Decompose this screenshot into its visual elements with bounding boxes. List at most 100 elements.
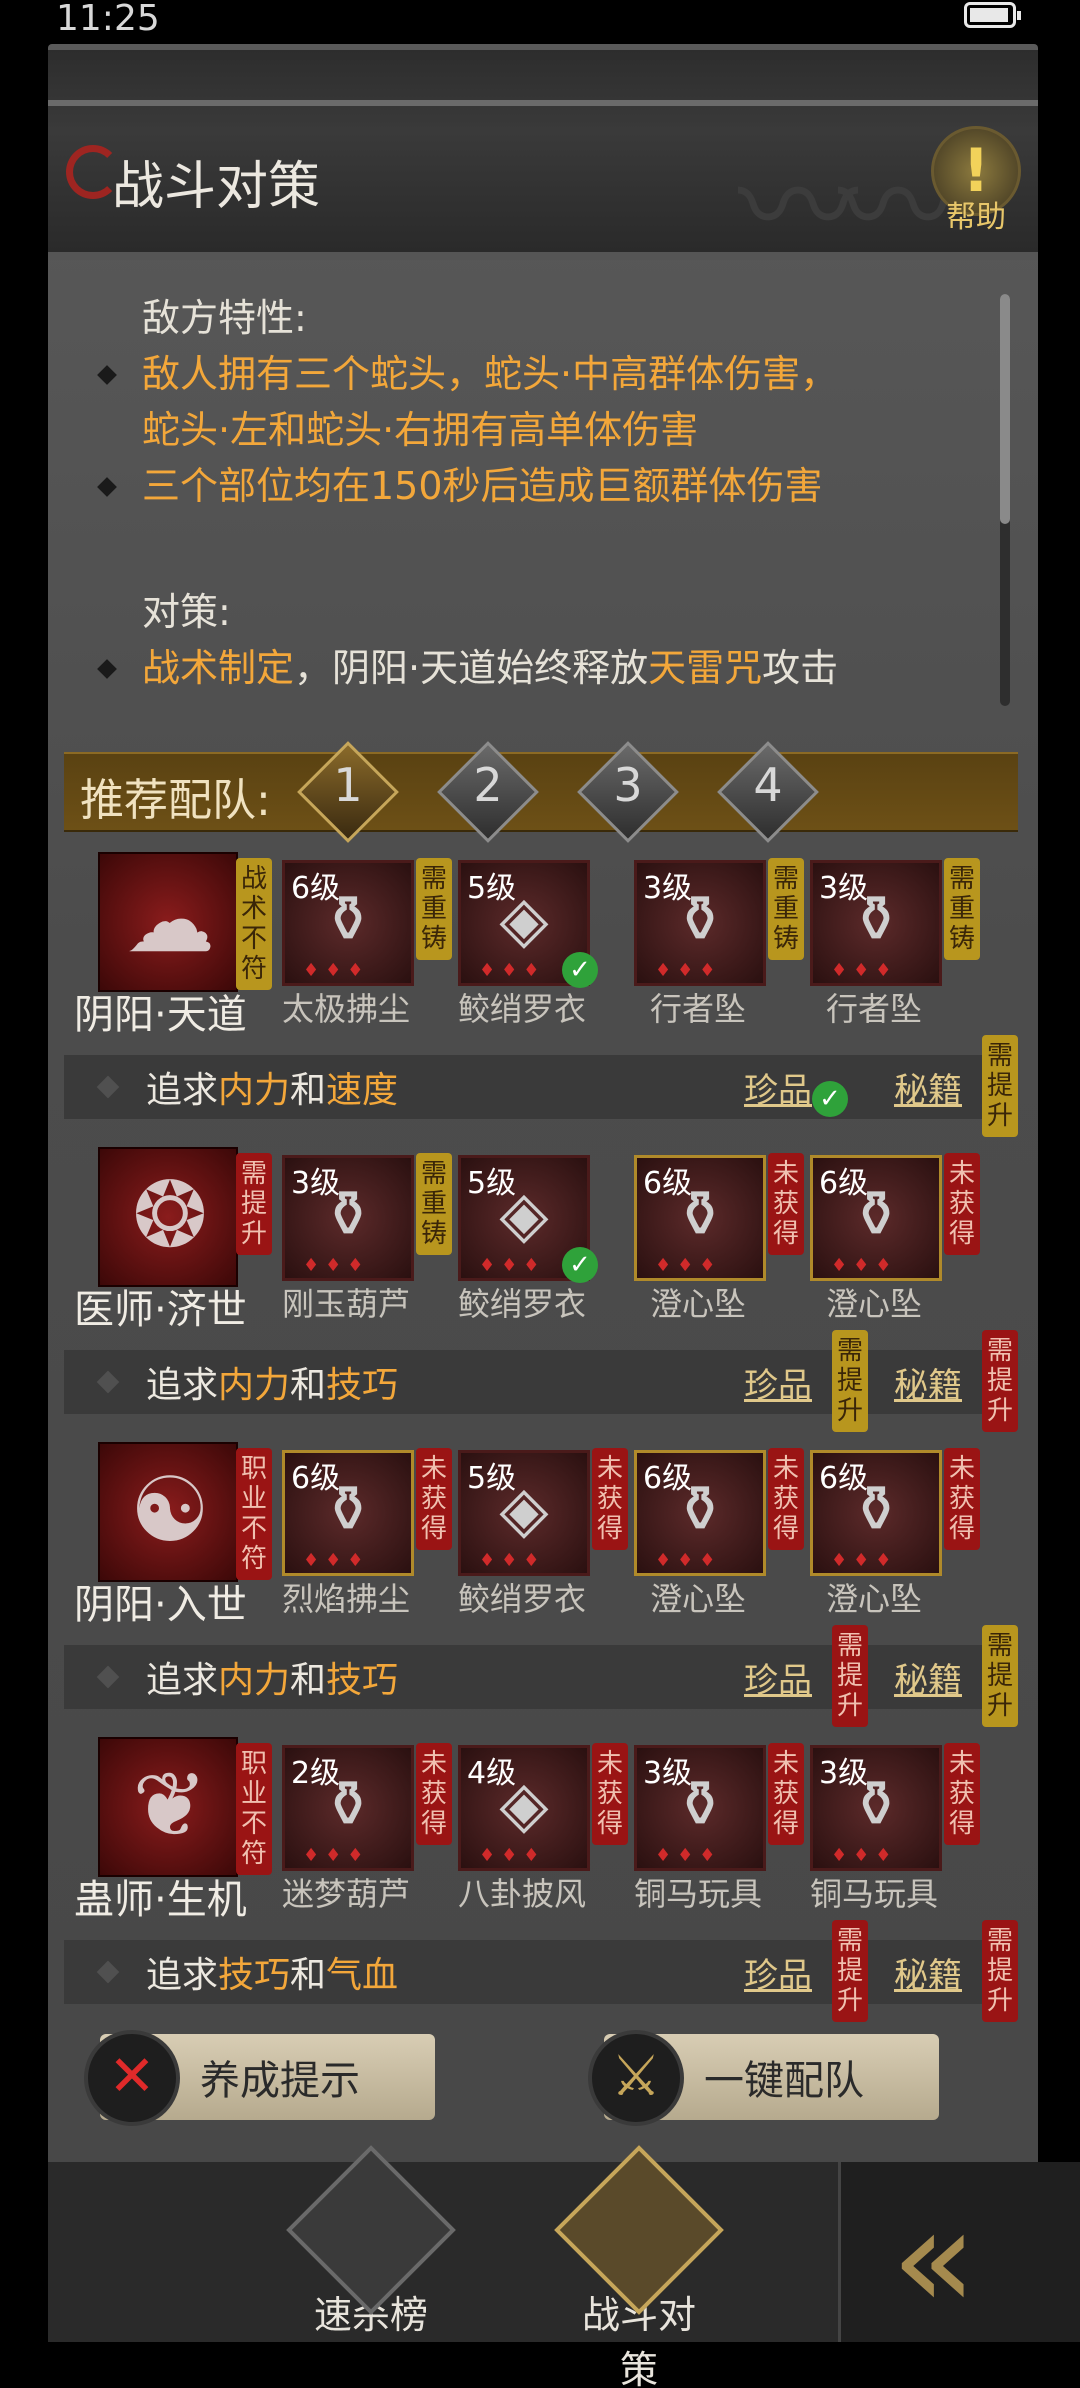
equipment-status-badge: 未获得 <box>768 1743 804 1845</box>
equipment-name: 行者坠 <box>649 990 746 1028</box>
equipment-slot[interactable]: 6级 ⚱ ♦♦♦ <box>282 1450 414 1576</box>
treasure-link[interactable]: 珍品 <box>744 1063 812 1112</box>
equipment-slot[interactable]: 6级 ⚱ ♦♦♦ <box>634 1450 766 1576</box>
pursue-text: 追求内力和技巧 <box>146 1365 399 1406</box>
help-label: 帮助 <box>946 200 1006 235</box>
nav-battle-strategy[interactable]: 战斗对策 <box>554 2145 724 2388</box>
equipment-icon: ⚱ <box>849 1768 903 1842</box>
pursue-text: 追求技巧和气血 <box>146 1955 399 1996</box>
treasure-link[interactable]: 珍品 <box>744 1358 812 1407</box>
equipment-icon: ◈ <box>499 1178 549 1252</box>
equipment-icon: ◈ <box>499 883 549 957</box>
character-portrait[interactable]: ☯ <box>98 1442 238 1582</box>
team-row: ☁ 战术不符 阴阳·天道 6级 ⚱ ♦♦♦ 需重铸 太极拂尘 5级 ◈ ♦♦♦ ✓ 鲛绡罗衣 3级 ⚱ ♦♦♦… <box>64 840 1018 1038</box>
character-name: 阴阳·入世 <box>74 1582 247 1628</box>
equipment-icon: ⚱ <box>849 1473 903 1547</box>
back-button[interactable]: « <box>838 2162 1080 2342</box>
equipment-slot[interactable]: 6级 ⚱ ♦♦♦ <box>810 1155 942 1281</box>
equipment-slot[interactable]: 3级 ⚱ ♦♦♦ <box>634 860 766 986</box>
equipment-icon: ◈ <box>499 1768 549 1842</box>
equipment-slot[interactable]: 6级 ⚱ ♦♦♦ <box>810 1450 942 1576</box>
counter-line: 战术制定，阴阳·天道始终释放天雷咒攻击 <box>142 646 839 690</box>
page-title: 战斗对策 <box>112 157 321 217</box>
rating-dots: ♦♦♦ <box>655 1550 722 1571</box>
pursue-row: 追求内力和技巧 珍品 秘籍 需提升 需提升 <box>64 1625 1018 1727</box>
team-tab-number: 3 <box>613 758 643 812</box>
class-emblem-icon: ☁ <box>125 868 215 973</box>
rating-dots: ♦♦♦ <box>479 1550 546 1571</box>
rating-dots: ♦♦♦ <box>479 960 546 981</box>
enemy-heading: 敌方特性: <box>142 296 307 340</box>
equipment-icon: ⚱ <box>673 883 727 957</box>
equipment-name: 鲛绡罗衣 <box>457 1285 586 1323</box>
character-name: 医师·济世 <box>74 1287 247 1333</box>
treasure-link[interactable]: 珍品 <box>744 1653 812 1702</box>
manual-status-badge: 需提升 <box>982 1625 1018 1727</box>
clock: 11:25 <box>56 0 160 39</box>
rating-dots: ♦♦♦ <box>831 960 898 981</box>
treasure-status-badge: 需提升 <box>832 1920 868 2022</box>
treasure-link[interactable]: 珍品 <box>744 1948 812 1997</box>
enemy-trait-1: 敌人拥有三个蛇头，蛇头·中高群体伤害， <box>142 352 839 396</box>
growth-hint-button[interactable]: ✕ 养成提示 <box>84 2030 435 2126</box>
pursue-row: 追求内力和技巧 珍品 秘籍 需提升 需提升 <box>64 1330 1018 1432</box>
class-emblem-icon: ❂ <box>132 1163 208 1268</box>
equipment-status-badge: 未获得 <box>416 1743 452 1845</box>
help-button[interactable]: ! 帮助 <box>926 126 1026 236</box>
treasure-status-badge: 需提升 <box>832 1330 868 1432</box>
rating-dots: ♦♦♦ <box>655 960 722 981</box>
auto-team-button[interactable]: ⚔ 一键配队 <box>588 2030 939 2126</box>
pursue-row: 追求技巧和气血 珍品 秘籍 需提升 需提升 <box>64 1920 1018 2022</box>
equipment-status-badge: 未获得 <box>768 1448 804 1550</box>
equipment-name: 铜马玩具 <box>809 1875 938 1913</box>
character-portrait[interactable]: ❂ <box>98 1147 238 1287</box>
character-name: 阴阳·天道 <box>74 992 247 1038</box>
equipment-slot[interactable]: 3级 ⚱ ♦♦♦ <box>282 1155 414 1281</box>
nav-speed-kill[interactable]: 速杀榜 <box>286 2145 456 2340</box>
equipment-slot[interactable]: 2级 ⚱ ♦♦♦ <box>282 1745 414 1871</box>
equipment-name: 澄心坠 <box>825 1285 922 1323</box>
manual-link[interactable]: 秘籍 <box>894 1358 962 1407</box>
cloud-ornament-icon: 〰〰 <box>738 139 958 278</box>
check-icon: ✓ <box>562 952 598 988</box>
enemy-trait-1b: 蛇头·左和蛇头·右拥有高单体伤害 <box>142 408 699 452</box>
character-portrait[interactable]: ❦ <box>98 1737 238 1877</box>
equipment-icon: ⚱ <box>849 883 903 957</box>
equipment-icon: ⚱ <box>321 1768 375 1842</box>
team-row: ❦ 职业不符 蛊师·生机 2级 ⚱ ♦♦♦ 未获得 迷梦葫芦 4级 ◈ ♦♦♦ 未获得 八卦披风 3级 ⚱ ♦… <box>64 1725 1018 1923</box>
equipment-slot[interactable]: 3级 ⚱ ♦♦♦ <box>810 1745 942 1871</box>
class-emblem-icon: ❦ <box>132 1753 208 1858</box>
double-chevron-left-icon: « <box>891 2178 977 2341</box>
rating-dots: ♦♦♦ <box>831 1550 898 1571</box>
manual-link[interactable]: 秘籍 <box>894 1063 962 1112</box>
info-scrollbar[interactable] <box>1000 294 1010 706</box>
pursue-row: 追求内力和速度 珍品 秘籍 ✓ 需提升 <box>64 1035 1018 1137</box>
equipment-name: 澄心坠 <box>649 1580 746 1618</box>
check-icon: ✓ <box>812 1081 848 1117</box>
equipment-slot[interactable]: 3级 ⚱ ♦♦♦ <box>810 860 942 986</box>
class-emblem-icon: ☯ <box>129 1458 211 1563</box>
equipment-icon: ◈ <box>499 1473 549 1547</box>
equipment-name: 八卦披风 <box>457 1875 586 1913</box>
equipment-icon: ⚱ <box>673 1473 727 1547</box>
equipment-slot[interactable]: 6级 ⚱ ♦♦♦ <box>282 860 414 986</box>
rating-dots: ♦♦♦ <box>655 1845 722 1866</box>
equipment-slot[interactable]: 5级 ◈ ♦♦♦ <box>458 1450 590 1576</box>
equipment-slot[interactable]: 4级 ◈ ♦♦♦ <box>458 1745 590 1871</box>
manual-link[interactable]: 秘籍 <box>894 1653 962 1702</box>
equipment-status-badge: 未获得 <box>944 1448 980 1550</box>
equipment-name: 刚玉葫芦 <box>281 1285 410 1323</box>
equipment-name: 行者坠 <box>825 990 922 1028</box>
rating-dots: ♦♦♦ <box>303 960 370 981</box>
equipment-status-badge: 未获得 <box>944 1743 980 1845</box>
equipment-slot[interactable]: 3级 ⚱ ♦♦♦ <box>634 1745 766 1871</box>
rating-dots: ♦♦♦ <box>655 1255 722 1276</box>
manual-link[interactable]: 秘籍 <box>894 1948 962 1997</box>
enemy-trait-2: 三个部位均在150秒后造成巨额群体伤害 <box>142 464 823 508</box>
equipment-icon: ⚱ <box>673 1178 727 1252</box>
equipment-slot[interactable]: 6级 ⚱ ♦♦♦ <box>634 1155 766 1281</box>
equipment-status-badge: 未获得 <box>768 1153 804 1255</box>
manual-status-badge: 需提升 <box>982 1035 1018 1137</box>
check-icon: ✓ <box>562 1247 598 1283</box>
character-portrait[interactable]: ☁ <box>98 852 238 992</box>
